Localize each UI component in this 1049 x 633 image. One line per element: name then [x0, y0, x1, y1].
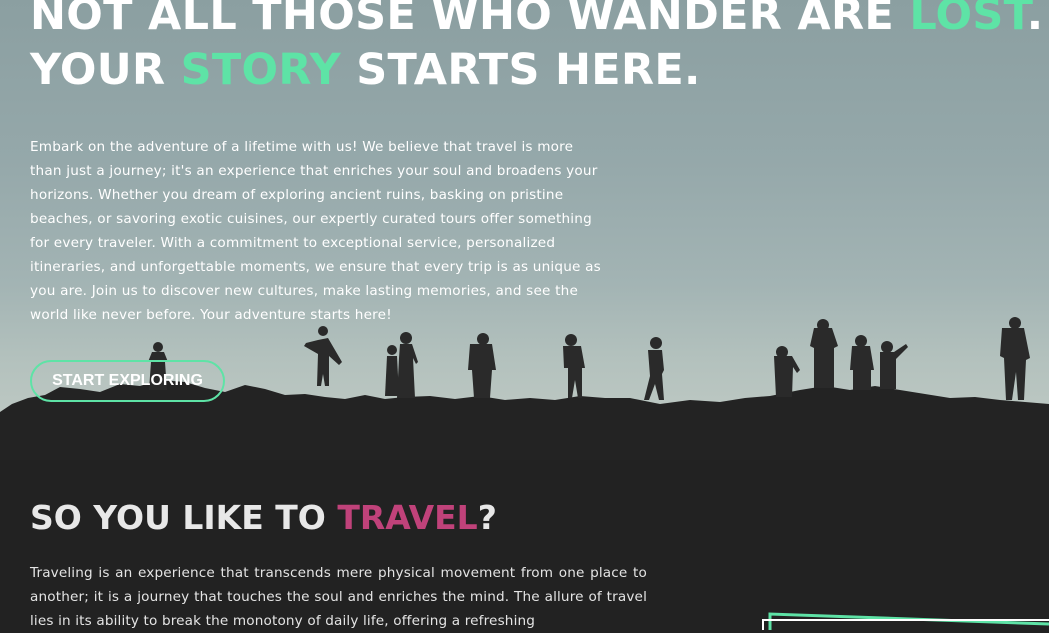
hero-headline: NOT ALL THOSE WHO WANDER ARE LOST. YOUR S… — [30, 0, 1043, 98]
headline-line1-suffix: . — [1026, 0, 1044, 40]
headline-line2-suffix: STARTS HERE. — [340, 45, 701, 95]
travel-title-prefix: SO YOU LIKE TO — [30, 498, 338, 537]
start-exploring-button[interactable]: START EXPLORING — [30, 360, 225, 402]
travel-section-title: SO YOU LIKE TO TRAVEL? — [30, 496, 497, 540]
headline-line1-prefix: NOT ALL THOSE WHO WANDER ARE — [30, 0, 910, 40]
headline-line2-prefix: YOUR — [30, 45, 181, 95]
travel-title-suffix: ? — [477, 498, 497, 537]
headline-accent-story: STORY — [180, 45, 341, 95]
travel-section-description: Traveling is an experience that transcen… — [30, 565, 647, 629]
decorative-frame — [762, 612, 1049, 630]
hero-description: Embark on the adventure of a lifetime wi… — [30, 139, 601, 323]
hero-section: NOT ALL THOSE WHO WANDER ARE LOST. YOUR S… — [0, 0, 1049, 460]
travel-title-accent: TRAVEL — [337, 498, 478, 537]
headline-accent-lost: LOST — [909, 0, 1027, 40]
